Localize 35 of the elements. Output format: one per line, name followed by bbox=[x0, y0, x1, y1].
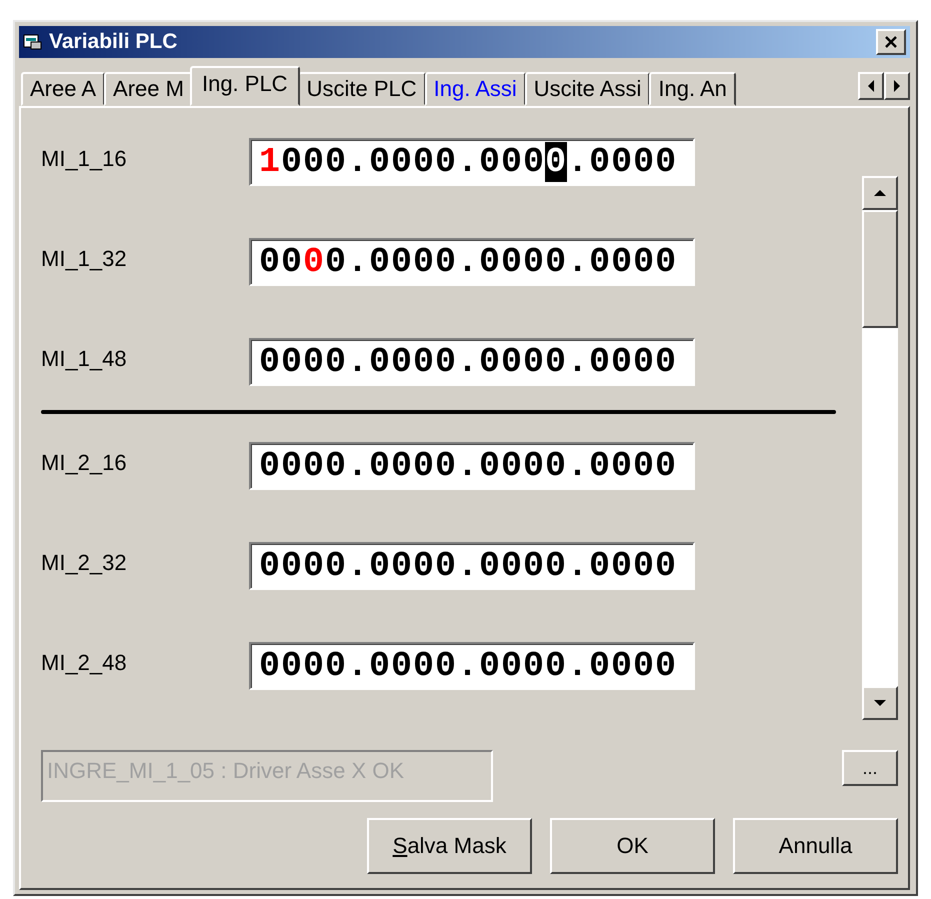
window-app-icon bbox=[23, 33, 43, 51]
bit-field[interactable]: 0000.0000.0000.0000 bbox=[249, 442, 695, 490]
bit-field[interactable]: 0000.0000.0000.0000 bbox=[249, 542, 695, 590]
variable-label: MI_1_16 bbox=[41, 145, 128, 172]
vertical-scrollbar[interactable] bbox=[862, 176, 898, 720]
bit-field[interactable]: 1000.0000.0000.0000 bbox=[249, 138, 695, 186]
bit-field[interactable]: 0000.0000.0000.0000 bbox=[249, 642, 695, 690]
scrollbar-thumb[interactable] bbox=[862, 210, 898, 328]
tab-scroll-right-button[interactable] bbox=[884, 72, 910, 100]
tab[interactable]: Ing. An bbox=[649, 72, 736, 106]
up-triangle-icon[interactable] bbox=[873, 189, 887, 197]
variable-label: MI_1_32 bbox=[41, 245, 128, 272]
tab[interactable]: Aree A bbox=[21, 72, 106, 106]
close-button[interactable] bbox=[876, 29, 906, 55]
tab[interactable]: Aree M bbox=[104, 72, 193, 106]
dialog-button[interactable]: Salva Mask bbox=[367, 818, 532, 874]
tab[interactable]: Ing. Assi bbox=[424, 72, 526, 106]
right-triangle-icon bbox=[892, 79, 902, 93]
tab[interactable]: Ing. PLC bbox=[190, 66, 300, 106]
bit-field[interactable]: 0000.0000.0000.0000 bbox=[249, 338, 695, 386]
bit-field[interactable]: 0000.0000.0000.0000 bbox=[249, 238, 695, 286]
browse-button[interactable]: ... bbox=[842, 750, 898, 786]
left-triangle-icon bbox=[866, 79, 876, 93]
close-icon bbox=[883, 35, 899, 49]
variable-label: MI_2_32 bbox=[41, 549, 128, 576]
tab[interactable]: Uscite PLC bbox=[298, 72, 426, 106]
window-title: Variabili PLC bbox=[49, 30, 178, 54]
tab-scroll-left-button[interactable] bbox=[858, 72, 884, 100]
tab[interactable]: Uscite Assi bbox=[524, 72, 650, 106]
variable-label: MI_2_16 bbox=[41, 449, 128, 476]
down-triangle-icon[interactable] bbox=[873, 699, 887, 707]
dialog-button[interactable]: OK bbox=[550, 818, 715, 874]
variable-label: MI_2_48 bbox=[41, 649, 128, 676]
dialog-button[interactable]: Annulla bbox=[733, 818, 898, 874]
variable-label: MI_1_48 bbox=[41, 345, 128, 372]
